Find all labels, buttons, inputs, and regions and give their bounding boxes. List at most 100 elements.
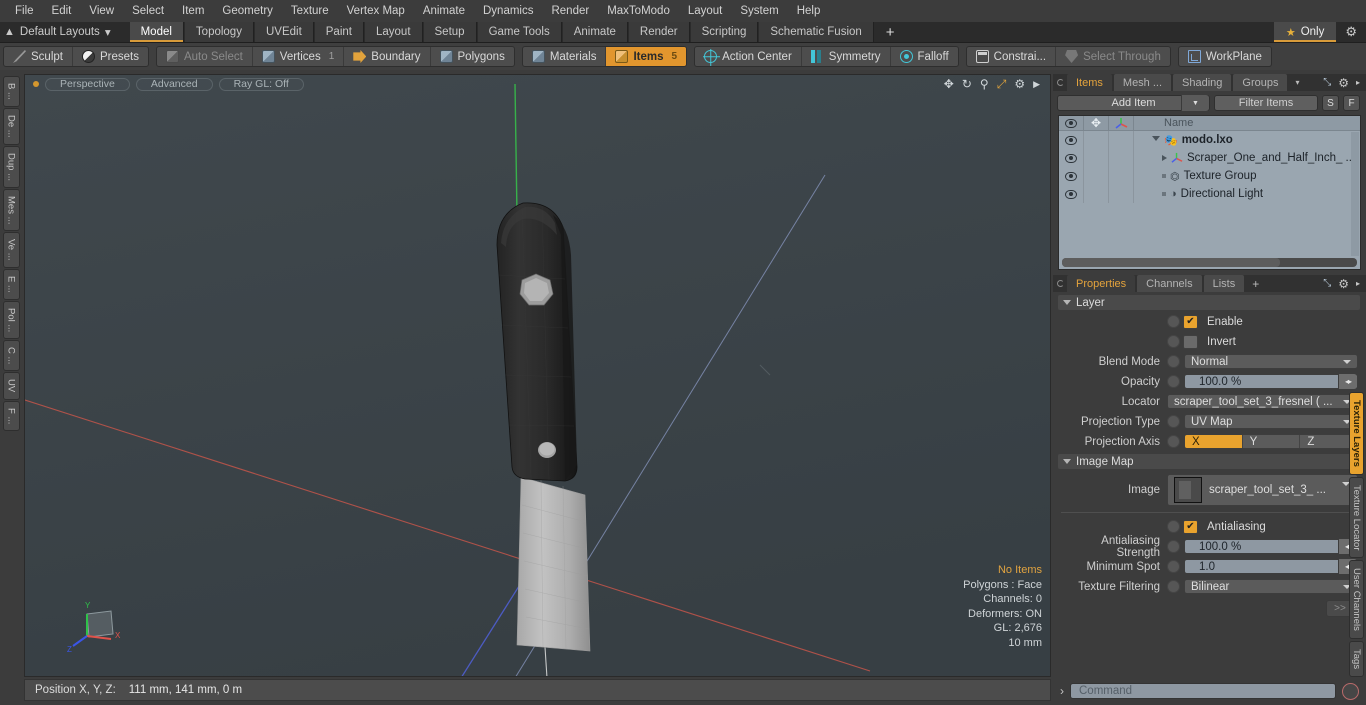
table-row[interactable]: ◑ Directional Light [1059,185,1360,203]
left-tab-mesh[interactable]: Mes ... [2,188,20,232]
texture-filtering-knob[interactable] [1167,580,1180,593]
left-tab-edge[interactable]: E ... [2,268,20,300]
menu-item-vertex-map[interactable]: Vertex Map [338,2,414,20]
menu-item-dynamics[interactable]: Dynamics [474,2,542,20]
axis-option-x[interactable]: X [1185,435,1243,448]
rotate-icon[interactable]: ↻ [962,78,972,90]
row-visibility-toggle[interactable] [1059,131,1084,149]
row-axis-cell[interactable] [1109,167,1134,185]
tab-uvedit[interactable]: UVEdit [253,22,314,42]
image-selector[interactable]: scraper_tool_set_3_ ... [1167,474,1358,506]
item-tree-hscrollbar[interactable] [1062,258,1357,267]
panel-menu-icon[interactable] [1053,275,1067,292]
tab-topology[interactable]: Topology [183,22,254,42]
materials-button[interactable]: Materials [523,47,607,66]
projection-axis-knob[interactable] [1167,435,1180,448]
gear-icon[interactable]: ⚙ [1338,76,1349,90]
tab-shading[interactable]: Shading [1173,74,1232,91]
texture-filtering-dropdown[interactable]: Bilinear [1184,579,1358,594]
viewport-mode-button[interactable]: Perspective [45,77,130,91]
more-icon[interactable]: ▸ [1356,78,1360,87]
locator-dropdown[interactable]: scraper_tool_set_3_fresnel ( ... [1167,394,1358,409]
enable-checkbox[interactable]: ✔ [1183,314,1198,329]
item-tree[interactable]: ✥ Name 🎭 modo.lxo Scraper_One_and_Half_I… [1058,115,1361,270]
tab-layout[interactable]: Layout [363,22,423,42]
gear-icon[interactable]: ⚙ [1014,78,1025,90]
tab-properties[interactable]: Properties [1067,275,1136,292]
row-axis-cell[interactable] [1109,131,1134,149]
aa-strength-field[interactable]: 100.0 % ◂▸ [1184,539,1358,554]
table-row[interactable]: Scraper_One_and_Half_Inch_ ... [1059,149,1360,167]
add-tab-button[interactable]: + [873,22,907,42]
row-visibility-toggle[interactable] [1059,167,1084,185]
minimum-spot-field[interactable]: 1.0 ◂▸ [1184,559,1358,574]
left-tab-vertex[interactable]: Ve ... [2,232,20,268]
tab-schematic-fusion[interactable]: Schematic Fusion [758,22,874,42]
menu-item-file[interactable]: File [6,2,43,20]
left-tab-uv[interactable]: UV [2,372,20,400]
falloff-button[interactable]: Falloff [891,47,958,66]
item-row-scene[interactable]: 🎭 modo.lxo [1134,131,1360,149]
properties-add-tab[interactable]: + [1246,275,1265,292]
right-tab-tags[interactable]: Tags [1349,641,1364,678]
menu-item-item[interactable]: Item [173,2,213,20]
tab-items[interactable]: Items [1067,74,1112,91]
filter-items-input[interactable]: Filter Items [1214,95,1318,111]
menu-item-help[interactable]: Help [788,2,830,20]
action-center-button[interactable]: Action Center [695,47,802,66]
tab-animate[interactable]: Animate [561,22,628,42]
row-lock-cell[interactable] [1084,167,1109,185]
viewport-raygl-button[interactable]: Ray GL: Off [218,77,304,91]
record-icon[interactable] [1342,682,1359,700]
sculpt-button[interactable]: Sculpt [4,47,73,66]
minimum-spot-knob[interactable] [1167,560,1180,573]
tab-groups[interactable]: Groups [1233,74,1288,91]
command-input[interactable]: Command [1070,683,1336,699]
tab-overflow-caret-icon[interactable]: ▾ [1289,74,1305,91]
auto-select-button[interactable]: Auto Select [157,47,253,66]
row-lock-cell[interactable] [1084,185,1109,203]
fit-icon[interactable]: ⤢ [997,78,1007,90]
item-row-scraper[interactable]: Scraper_One_and_Half_Inch_ ... [1134,149,1360,167]
move-icon[interactable]: ✥ [944,78,954,90]
play-icon[interactable]: ▶ [1033,78,1040,90]
right-tab-texture-locator[interactable]: Texture Locator [1349,476,1364,559]
tab-game-tools[interactable]: Game Tools [476,22,562,42]
symmetry-button[interactable]: Symmetry [802,47,891,66]
blend-mode-dropdown[interactable]: Normal [1184,354,1358,369]
menu-item-system[interactable]: System [731,2,787,20]
antialiasing-checkbox[interactable]: ✔ [1183,519,1198,534]
expand-icon[interactable]: ⤡ [1323,77,1331,88]
polygons-button[interactable]: Polygons [431,47,514,66]
right-tab-user-channels[interactable]: User Channels [1349,560,1364,640]
tab-scripting[interactable]: Scripting [689,22,759,42]
items-button[interactable]: Items 5 [606,47,687,66]
projection-type-dropdown[interactable]: UV Map [1184,414,1358,429]
more-icon[interactable]: ▸ [1356,279,1360,288]
table-row[interactable]: 🎭 modo.lxo [1059,131,1360,149]
left-tab-fusion[interactable]: F ... [2,400,20,431]
left-tab-polygon[interactable]: Pol ... [2,300,20,339]
tab-lists[interactable]: Lists [1203,275,1245,292]
table-row[interactable]: ⏣ Texture Group [1059,167,1360,185]
filter-s-button[interactable]: S [1322,95,1339,111]
twirl-right-icon[interactable] [1162,155,1167,161]
only-toggle-button[interactable]: ★ Only [1273,22,1337,42]
left-tab-basic[interactable]: B ... [2,76,20,107]
opacity-field[interactable]: 100.0 % ◂▸ [1184,374,1358,389]
axis-option-y[interactable]: Y [1242,435,1301,448]
row-visibility-toggle[interactable] [1059,185,1084,203]
presets-button[interactable]: Presets [73,47,148,66]
3d-viewport[interactable]: Perspective Advanced Ray GL: Off ✥ ↻ ⚲ ⤢… [24,74,1051,677]
image-map-section-header[interactable]: Image Map [1058,454,1360,469]
add-item-dropdown-icon[interactable]: ▼ [1181,95,1209,111]
gear-icon[interactable]: ⚙ [1338,277,1349,291]
viewport-shading-button[interactable]: Advanced [135,77,213,91]
row-lock-cell[interactable] [1084,131,1109,149]
tab-channels[interactable]: Channels [1137,275,1202,292]
twirl-down-icon[interactable] [1152,136,1160,144]
invert-knob[interactable] [1167,335,1180,348]
layer-section-header[interactable]: Layer [1058,295,1360,310]
menu-item-select[interactable]: Select [123,2,173,20]
item-row-directional-light[interactable]: ◑ Directional Light [1134,185,1360,203]
